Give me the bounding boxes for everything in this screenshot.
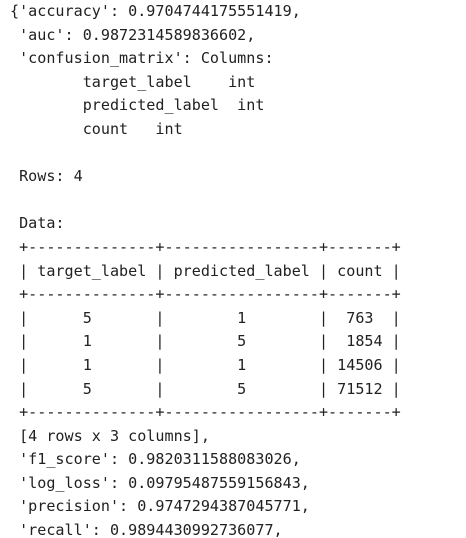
output-line-table-size: [4 rows x 3 columns],: [10, 426, 210, 445]
table-border-bottom: +--------------+-----------------+------…: [10, 403, 401, 422]
table-row: | 1 | 1 | 14506 |: [10, 355, 401, 374]
table-row: | 1 | 5 | 1854 |: [10, 332, 401, 351]
table-row: | 5 | 5 | 71512 |: [10, 379, 401, 398]
notebook-output-cell: {'accuracy': 0.9704744175551419, 'auc': …: [0, 0, 466, 538]
output-line-f1-score: 'f1_score': 0.9820311588083026,: [10, 450, 301, 469]
output-line-precision: 'precision': 0.9747294387045771,: [10, 497, 310, 516]
output-line-confusion-matrix: 'confusion_matrix': Columns:: [10, 49, 274, 68]
output-line-rows: Rows: 4: [10, 167, 83, 186]
output-line-column-count: count int: [10, 119, 183, 138]
table-border-header: +--------------+-----------------+------…: [10, 285, 401, 304]
output-line-accuracy: {'accuracy': 0.9704744175551419,: [10, 2, 301, 20]
table-header-row: | target_label | predicted_label | count…: [10, 261, 401, 280]
output-line-auc: 'auc': 0.9872314589836602,: [10, 25, 256, 44]
output-line-blank: [0, 142, 466, 166]
table-border-top: +--------------+-----------------+------…: [10, 237, 401, 256]
output-line-recall: 'recall': 0.9894430992736077,: [10, 521, 283, 538]
output-line-data-label: Data:: [10, 214, 65, 233]
table-row: | 5 | 1 | 763 |: [10, 308, 401, 327]
output-line-column-target-label: target_label int: [10, 72, 256, 91]
output-line-blank: [0, 189, 466, 213]
output-line-column-predicted-label: predicted_label int: [10, 96, 265, 115]
output-line-log-loss: 'log_loss': 0.09795487559156843,: [10, 473, 310, 492]
